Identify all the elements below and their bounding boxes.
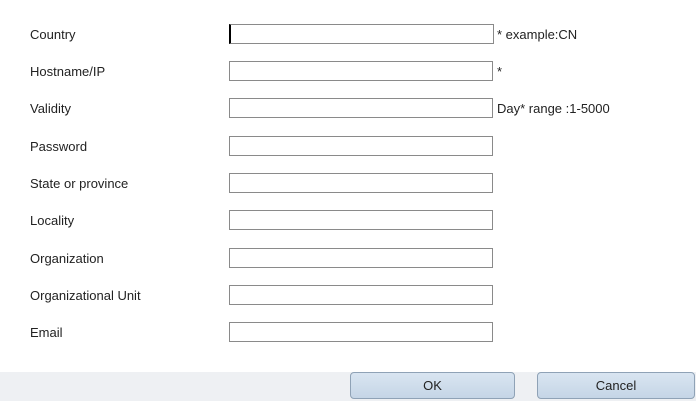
- hostname-input[interactable]: [229, 61, 493, 81]
- state-input[interactable]: [229, 173, 493, 193]
- organizational-unit-label: Organizational Unit: [30, 288, 141, 303]
- organization-input[interactable]: [229, 248, 493, 268]
- validity-hint: Day* range :1-5000: [497, 101, 610, 116]
- password-label: Password: [30, 139, 88, 154]
- hostname-row: Hostname/IP *: [0, 61, 696, 83]
- email-label: Email: [30, 325, 63, 340]
- email-input[interactable]: [229, 322, 493, 342]
- country-hint: * example:CN: [497, 27, 578, 42]
- validity-row: Validity Day* range :1-5000: [0, 98, 696, 120]
- ok-button[interactable]: OK: [350, 372, 515, 399]
- button-bar: OK Cancel: [0, 372, 696, 401]
- locality-row: Locality: [0, 210, 696, 232]
- hostname-hint: *: [497, 64, 503, 79]
- hostname-label: Hostname/IP: [30, 64, 106, 79]
- state-label: State or province: [30, 176, 129, 191]
- locality-label: Locality: [30, 213, 75, 228]
- password-row: Password: [0, 136, 696, 158]
- organization-label: Organization: [30, 251, 104, 266]
- organization-row: Organization: [0, 248, 696, 270]
- locality-input[interactable]: [229, 210, 493, 230]
- country-row: Country * example:CN: [0, 24, 696, 46]
- organizational-unit-input[interactable]: [229, 285, 493, 305]
- email-row: Email: [0, 322, 696, 344]
- state-row: State or province: [0, 173, 696, 195]
- validity-label: Validity: [30, 101, 71, 116]
- country-label: Country: [30, 27, 76, 42]
- validity-input[interactable]: [229, 98, 493, 118]
- certificate-form: Country * example:CN Hostname/IP * Valid…: [0, 0, 696, 372]
- cancel-button[interactable]: Cancel: [537, 372, 695, 399]
- country-input[interactable]: [229, 24, 494, 44]
- organizational-unit-row: Organizational Unit: [0, 285, 696, 307]
- password-input[interactable]: [229, 136, 493, 156]
